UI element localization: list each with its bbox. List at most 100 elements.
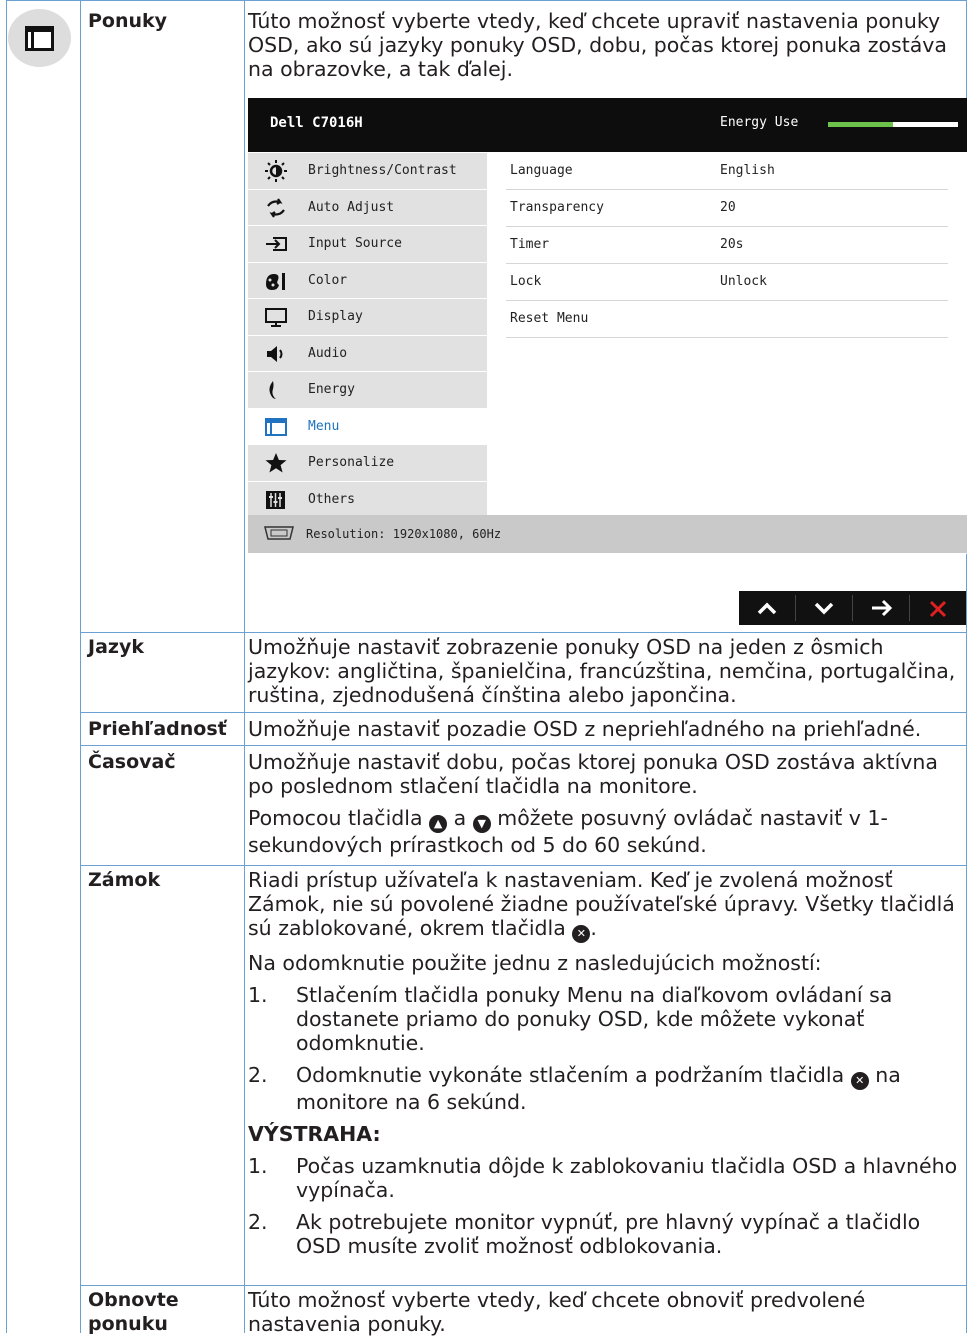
zamok-paragraph-2: Na odomknutie použite jednu z nasledujúc… (248, 951, 822, 975)
osd-setting-transparency[interactable]: Transparency 20 (506, 190, 948, 227)
star-icon (265, 453, 287, 473)
term-ponuky: Ponuky (88, 10, 168, 32)
up-button-icon: ▲ (429, 815, 448, 833)
setting-value: English (720, 163, 775, 178)
desc-zamok: Riadi prístup užívateľa k nastaveniam. K… (248, 868, 960, 1258)
connector-icon (264, 526, 294, 540)
row-divider (80, 1285, 967, 1286)
osd-item-label: Menu (308, 418, 340, 434)
osd-item-audio[interactable]: Audio (248, 335, 487, 371)
casovac-paragraph-2: Pomocou tlačidla ▲ a ▼ môžete posuvný ov… (248, 806, 888, 857)
desc-obnovte-ponuku: Túto možnosť vyberte vtedy, keď chcete o… (248, 1288, 866, 1336)
osd-item-label: Display (308, 309, 363, 324)
energy-icon (269, 381, 276, 399)
close-button[interactable] (910, 591, 966, 625)
menu-icon (265, 417, 287, 436)
osd-energy-label: Energy Use (720, 115, 799, 130)
setting-value: 20s (720, 237, 744, 252)
osd-item-energy[interactable]: Energy (248, 372, 487, 408)
term-priehladnost: Priehľadnosť (88, 718, 227, 740)
osd-settings-panel: Language English Transparency 20 Timer 2… (506, 153, 948, 338)
osd-menu-screenshot: Dell C7016H Energy Use Brightness/Contra… (248, 98, 967, 554)
resolution-text: Resolution: 1920x1080, 60Hz (306, 527, 502, 541)
row-divider (80, 745, 967, 746)
table-border-col1 (80, 0, 81, 1333)
osd-item-auto-adjust[interactable]: Auto Adjust (248, 189, 487, 225)
osd-item-label: Audio (308, 345, 348, 361)
up-arrow-icon (757, 602, 777, 615)
table-border-left (6, 0, 7, 1333)
osd-header: Dell C7016H Energy Use (248, 98, 967, 152)
color-icon (266, 272, 285, 290)
energy-use-bar (828, 122, 958, 127)
term-jazyk: Jazyk (88, 636, 144, 658)
row-divider (80, 712, 967, 713)
osd-item-label: Input Source (308, 236, 402, 251)
desc-jazyk: Umožňuje nastaviť zobrazenie ponuky OSD … (248, 635, 956, 707)
setting-key: Timer (510, 237, 550, 252)
osd-item-label: Energy (308, 382, 355, 397)
audio-icon (267, 345, 283, 362)
osd-footer: Resolution: 1920x1080, 60Hz (248, 515, 967, 553)
setting-key: Reset Menu (510, 311, 589, 326)
desc-priehladnost: Umožňuje nastaviť pozadie OSD z nepriehľ… (248, 717, 922, 741)
row-divider (80, 632, 967, 633)
osd-setting-language[interactable]: Language English (506, 153, 948, 190)
close-button-icon: ✕ (850, 1072, 869, 1090)
setting-key: Transparency (510, 200, 604, 215)
setting-key: Language (510, 163, 573, 178)
down-arrow-icon (814, 602, 834, 615)
term-zamok: Zámok (88, 869, 161, 891)
setting-value: 20 (720, 200, 736, 215)
warning-item-1: 1. Počas uzamknutia dôjde k zablokovaniu … (248, 1154, 958, 1202)
osd-setting-reset-menu[interactable]: Reset Menu (506, 301, 948, 338)
down-button-icon: ▼ (472, 815, 491, 833)
osd-item-personalize[interactable]: Personalize (248, 445, 487, 481)
brightness-icon (265, 160, 287, 182)
osd-item-brightness-contrast[interactable]: Brightness/Contrast (248, 153, 487, 189)
monitor-button-bar (739, 591, 966, 625)
osd-item-input-source[interactable]: Input Source (248, 226, 487, 262)
osd-sidebar: Brightness/Contrast Auto Adjust Input So… (248, 153, 487, 518)
osd-item-label: Color (308, 272, 348, 288)
setting-value: Unlock (720, 274, 767, 289)
menu-section-icon (8, 9, 71, 67)
osd-item-others[interactable]: Others (248, 481, 487, 517)
osd-model-title: Dell C7016H (270, 115, 363, 131)
table-border-top (6, 0, 967, 1)
osd-item-color[interactable]: Color (248, 262, 487, 298)
warning-item-2: 2. Ak potrebujete monitor vypnúť, pre hla… (248, 1210, 921, 1258)
down-button[interactable] (796, 591, 852, 625)
osd-item-label: Brightness/Contrast (308, 163, 457, 178)
setting-key: Lock (510, 274, 542, 289)
desc-casovac: Umožňuje nastaviť dobu, počas ktorej pon… (248, 750, 960, 857)
right-arrow-icon (872, 599, 893, 617)
up-button[interactable] (739, 591, 795, 625)
casovac-paragraph-1: Umožňuje nastaviť dobu, počas ktorej pon… (248, 750, 938, 798)
term-obnovte-ponuku: Obnovte ponuku (88, 1289, 179, 1335)
warning-heading: VÝSTRAHA: (248, 1122, 381, 1146)
osd-item-menu[interactable]: Menu (248, 408, 487, 444)
menu-icon (25, 26, 54, 51)
input-source-icon (266, 237, 287, 251)
unlock-option-2: 2. Odomknutie vykonáte stlačením a podrža… (248, 1063, 901, 1114)
others-icon (266, 490, 285, 509)
osd-item-label: Auto Adjust (308, 199, 395, 215)
row-divider (80, 865, 967, 866)
term-casovac: Časovač (88, 751, 176, 773)
unlock-option-1: 1. Stlačením tlačidla ponuky Menu na diaľ… (248, 983, 893, 1055)
zamok-paragraph-1: Riadi prístup užívateľa k nastaveniam. K… (248, 868, 960, 943)
table-border-col2 (244, 0, 245, 1333)
osd-item-label: Others (308, 491, 355, 507)
right-button[interactable] (853, 591, 909, 625)
energy-use-fill (828, 122, 893, 127)
desc-ponuky: Túto možnosť vyberte vtedy, keď chcete u… (248, 9, 947, 81)
osd-setting-lock[interactable]: Lock Unlock (506, 264, 948, 301)
close-button-icon: ✕ (572, 925, 591, 943)
close-icon (929, 600, 947, 618)
osd-item-display[interactable]: Display (248, 299, 487, 335)
osd-setting-timer[interactable]: Timer 20s (506, 227, 948, 264)
display-icon (265, 308, 287, 327)
auto-adjust-icon (267, 197, 285, 218)
osd-item-label: Personalize (308, 455, 395, 470)
